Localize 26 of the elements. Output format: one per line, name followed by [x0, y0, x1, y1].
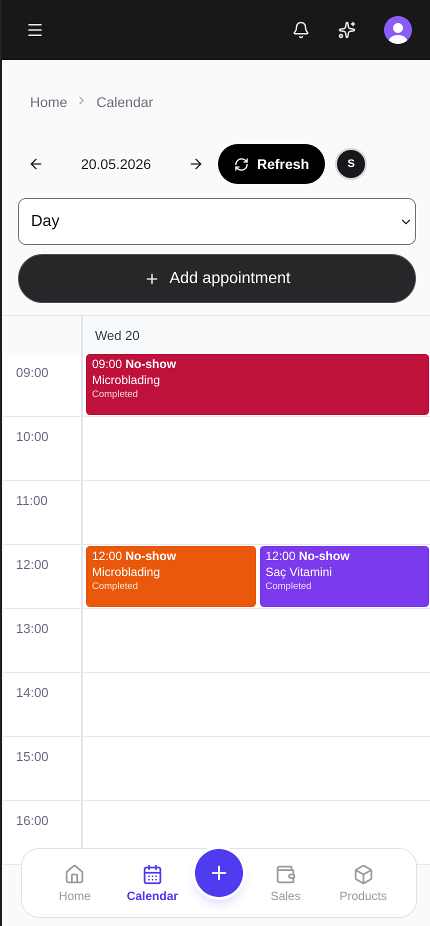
breadcrumb-link[interactable]: Home [30, 94, 68, 110]
day-header: Wed 20 [83, 316, 430, 356]
next-day-button[interactable] [188, 156, 204, 172]
house-icon [64, 864, 86, 884]
hour-label: 09:00 [2, 353, 83, 416]
staff-avatar[interactable]: S [335, 148, 368, 180]
refresh-icon [234, 156, 249, 172]
menu-icon[interactable] [26, 21, 44, 39]
box-icon [352, 864, 374, 884]
add-fab-button[interactable] [194, 849, 243, 897]
breadcrumb-current: Calendar [96, 94, 154, 110]
sparkles-icon[interactable] [338, 21, 356, 39]
refresh-button[interactable]: Refresh [218, 144, 326, 184]
appointment-card[interactable]: 12:00 No-show Saç Vitamini Completed [260, 546, 429, 607]
current-date: 20.05.2026 [80, 156, 152, 172]
add-appointment-button[interactable]: Add appointment [18, 254, 416, 303]
plus-icon [144, 270, 160, 286]
appointment-card[interactable]: 09:00 No-show Microblading Completed [86, 354, 429, 415]
avatar-icon[interactable] [384, 16, 412, 44]
nav-tab[interactable]: Calendar [117, 864, 188, 902]
bell-icon[interactable] [292, 21, 310, 39]
wallet-icon [275, 864, 296, 884]
view-select[interactable]: Day [18, 198, 416, 245]
previous-day-button[interactable] [28, 156, 44, 172]
appointment-card[interactable]: 12:00 No-show Microblading Completed [86, 546, 256, 607]
calendar-icon [142, 864, 163, 884]
